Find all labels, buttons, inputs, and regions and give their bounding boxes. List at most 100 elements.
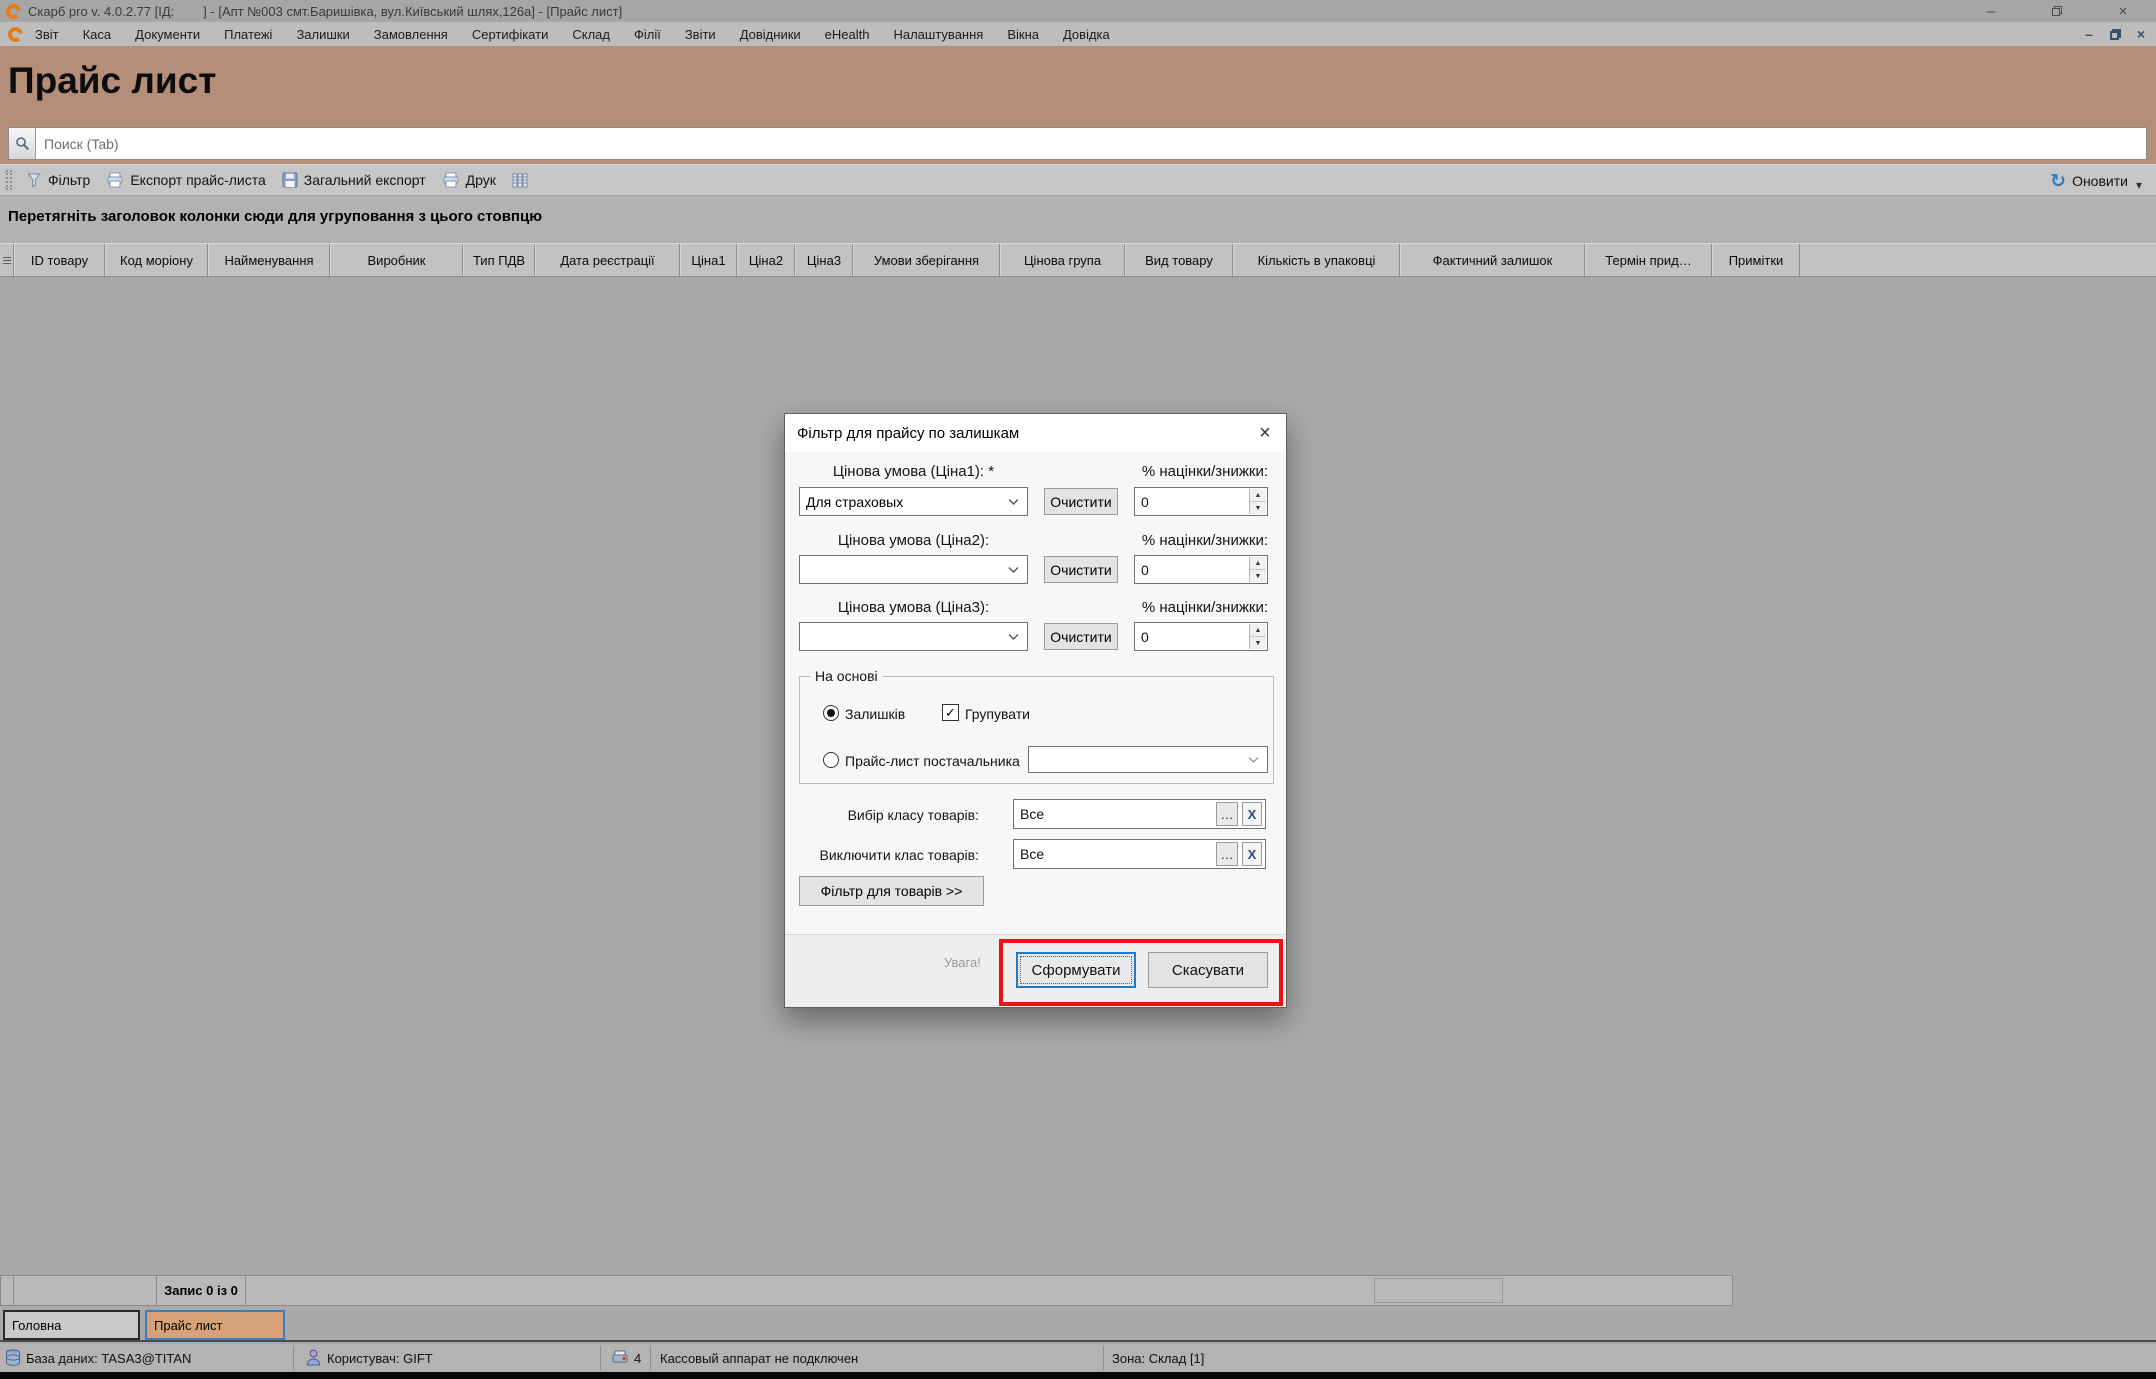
price-condition3-combo[interactable] [799, 622, 1028, 651]
toolbar-grip-handle[interactable] [6, 170, 12, 190]
spin-down-icon[interactable]: ▼ [1250, 570, 1266, 582]
class-exclude-value: Все [1020, 846, 1044, 862]
mdi-close-icon[interactable]: × [2128, 24, 2154, 44]
column-header-data-reestratsii[interactable]: Дата реєстрації [535, 244, 680, 276]
column-header-typ-pdv[interactable]: Тип ПДВ [463, 244, 535, 276]
tab-price-list[interactable]: Прайс лист [145, 1310, 285, 1340]
column-header-id-tovaru[interactable]: ID товару [14, 244, 105, 276]
column-header-naimenuvannya[interactable]: Найменування [208, 244, 330, 276]
clear1-button[interactable]: Очистити [1044, 488, 1118, 515]
price-condition2-combo[interactable] [799, 555, 1028, 584]
menu-item-zalyshky[interactable]: Залишки [284, 24, 361, 45]
menu-item-ehealth[interactable]: eHealth [813, 24, 882, 45]
column-header-tsinova-grupa[interactable]: Цінова група [1000, 244, 1125, 276]
goods-filter-button[interactable]: Фільтр для товарів >> [799, 876, 984, 906]
page-header: Прайс лист [0, 46, 2156, 122]
close-icon[interactable]: × [2090, 0, 2156, 22]
column-header-tsina1[interactable]: Ціна1 [680, 244, 737, 276]
clear3-button[interactable]: Очистити [1044, 623, 1118, 650]
menu-item-zamovlennya[interactable]: Замовлення [362, 24, 460, 45]
markup2-spinner[interactable]: 0 ▲▼ [1134, 555, 1268, 584]
menu-item-kasa[interactable]: Каса [71, 24, 124, 45]
spin-down-icon[interactable]: ▼ [1250, 637, 1266, 649]
spin-up-icon[interactable]: ▲ [1250, 624, 1266, 637]
menu-item-vikna[interactable]: Вікна [995, 24, 1051, 45]
search-input[interactable] [36, 128, 2146, 159]
minimize-icon[interactable]: – [1958, 0, 2024, 22]
filter-button[interactable]: Фільтр [18, 169, 98, 191]
menu-item-sertyfikaty[interactable]: Сертифікати [460, 24, 561, 45]
supplier-radio-label[interactable]: Прайс-лист постачальника [845, 752, 1020, 770]
dialog-close-icon[interactable]: × [1250, 418, 1280, 448]
page-title: Прайс лист [0, 46, 2156, 102]
price-filter-dialog: Фільтр для прайсу по залишкам × Цінова у… [784, 413, 1287, 1008]
column-header-kilkist-v-upakovtsi[interactable]: Кількість в упаковці [1233, 244, 1400, 276]
supplier-radio[interactable] [823, 752, 839, 768]
class-exclude-clear-button[interactable]: X [1242, 842, 1262, 866]
menu-item-dovidnyky[interactable]: Довідники [728, 24, 813, 45]
column-header-termin-prydatnosti[interactable]: Термін прид… [1585, 244, 1712, 276]
column-header-vyd-tovaru[interactable]: Вид товару [1125, 244, 1233, 276]
stock-radio[interactable] [823, 705, 839, 721]
app-logo-icon [6, 4, 21, 19]
chevron-down-icon [1008, 498, 1019, 505]
class-exclude-field[interactable]: Все … X [1013, 839, 1266, 869]
column-header-prymitky[interactable]: Примітки [1712, 244, 1800, 276]
menu-item-platezhi[interactable]: Платежі [212, 24, 284, 45]
column-header-tsina3[interactable]: Ціна3 [795, 244, 853, 276]
menu-item-filii[interactable]: Філії [622, 24, 673, 45]
columns-button[interactable] [504, 170, 536, 191]
refresh-label: Оновити [2072, 173, 2128, 189]
class-select-field[interactable]: Все … X [1013, 799, 1266, 829]
grid-footer-empty-cell [1374, 1278, 1503, 1303]
group-by-panel[interactable]: Перетягніть заголовок колонки сюди для у… [0, 196, 2156, 243]
stock-radio-label[interactable]: Залишків [845, 705, 905, 723]
tab-holovna[interactable]: Головна [3, 1310, 140, 1340]
menu-item-sklad[interactable]: Склад [560, 24, 622, 45]
supplier-price-list-combo[interactable] [1028, 746, 1268, 773]
group-checkbox-label[interactable]: Групувати [965, 705, 1030, 723]
menu-item-zvity[interactable]: Звіти [673, 24, 728, 45]
column-header-faktychnyi-zalyshok[interactable]: Фактичний залишок [1400, 244, 1585, 276]
columns-icon [512, 173, 528, 188]
database-status: База даних: TASA3@TITAN [26, 1344, 191, 1372]
column-header-kod-morionu[interactable]: Код моріону [105, 244, 208, 276]
mdi-minimize-icon[interactable]: – [2076, 24, 2102, 44]
clear2-button[interactable]: Очистити [1044, 556, 1118, 583]
column-header-umovy-zberigannya[interactable]: Умови зберігання [853, 244, 1000, 276]
status-bar: База даних: TASA3@TITAN Користувач: GIFT… [0, 1344, 2156, 1372]
menu-item-dokumenty[interactable]: Документи [123, 24, 212, 45]
menu-item-nalashtuvannya[interactable]: Налаштування [881, 24, 995, 45]
print-button[interactable]: Друк [434, 169, 504, 191]
printer-icon [442, 172, 460, 188]
refresh-button[interactable]: ↻ Оновити ▾ [2050, 165, 2142, 197]
chevron-down-icon[interactable]: ▾ [2136, 170, 2142, 192]
general-export-button[interactable]: Загальний експорт [274, 169, 434, 191]
price-condition1-combo[interactable]: Для страховых [799, 487, 1028, 516]
grid-footer-grip [1, 1276, 14, 1305]
zone-status: Зона: Склад [1] [1112, 1344, 1204, 1372]
restore-icon[interactable] [2024, 0, 2090, 22]
status-separator [650, 1346, 651, 1370]
mdi-restore-icon[interactable] [2102, 24, 2128, 44]
markup1-value: 0 [1141, 494, 1149, 510]
class-select-clear-button[interactable]: X [1242, 802, 1262, 826]
counter-status: 4 [634, 1344, 641, 1372]
print-label: Друк [466, 172, 496, 188]
menu-item-zvit[interactable]: Звіт [23, 24, 71, 45]
export-price-list-button[interactable]: Експорт прайс-листа [98, 169, 273, 191]
markup1-spinner[interactable]: 0 ▲▼ [1134, 487, 1268, 516]
class-select-browse-button[interactable]: … [1216, 802, 1238, 826]
column-header-vyrobnyk[interactable]: Виробник [330, 244, 463, 276]
spin-up-icon[interactable]: ▲ [1250, 557, 1266, 570]
menu-item-dovidka[interactable]: Довідка [1051, 24, 1122, 45]
spin-up-icon[interactable]: ▲ [1250, 489, 1266, 502]
class-select-label: Вибір класу товарів: [805, 806, 979, 824]
app-window: Скарб pro v. 4.0.2.77 [ІД: ] - [Апт №003… [0, 0, 2156, 1379]
column-header-tsina2[interactable]: Ціна2 [737, 244, 795, 276]
dialog-title-bar: Фільтр для прайсу по залишкам [785, 414, 1286, 452]
group-checkbox[interactable]: ✓ [942, 704, 959, 721]
markup3-spinner[interactable]: 0 ▲▼ [1134, 622, 1268, 651]
spin-down-icon[interactable]: ▼ [1250, 502, 1266, 514]
class-exclude-browse-button[interactable]: … [1216, 842, 1238, 866]
